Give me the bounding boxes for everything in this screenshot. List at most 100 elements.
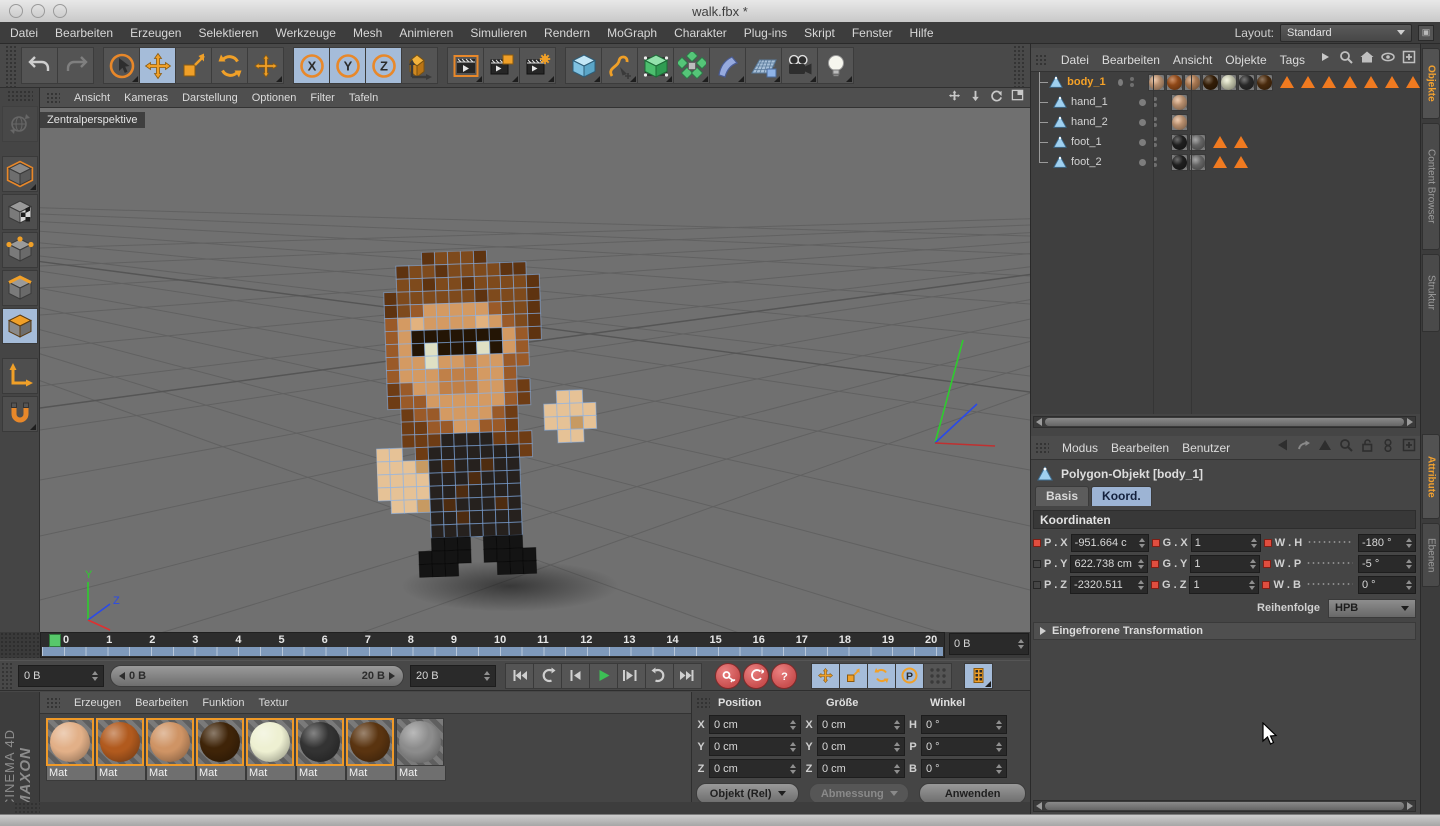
material-4[interactable]: Mat <box>246 718 296 781</box>
move-plus-button[interactable] <box>247 47 284 84</box>
p-1-field[interactable]: 622.738 cm <box>1070 555 1148 573</box>
move-button[interactable] <box>139 47 176 84</box>
menu-item-animieren[interactable]: Animieren <box>399 26 453 40</box>
stepper-icon[interactable] <box>1402 580 1412 590</box>
model-mode-button[interactable] <box>2 156 38 192</box>
material-6[interactable]: Mat <box>346 718 396 781</box>
stepper-icon[interactable] <box>1245 580 1255 590</box>
keyframe-dot[interactable] <box>1264 539 1272 547</box>
size-x-field[interactable]: 0 cm <box>817 715 905 734</box>
menu-item-erzeugen[interactable]: Erzeugen <box>130 26 181 40</box>
attribute-add-box-button[interactable] <box>1402 438 1416 457</box>
keyframe-dot[interactable] <box>1033 581 1041 589</box>
object-row-hand_2[interactable]: hand_2 <box>1031 112 1420 132</box>
skip-start-button[interactable] <box>505 663 534 689</box>
next-frame-button[interactable] <box>617 663 646 689</box>
object-name[interactable]: foot_1 <box>1071 136 1133 148</box>
timeline-frame-16[interactable]: 16 <box>753 634 765 646</box>
keyframe-dot[interactable] <box>1152 539 1160 547</box>
timeline-frame-1[interactable]: 1 <box>106 634 112 646</box>
selection-tag[interactable] <box>1385 76 1399 88</box>
g-0-field[interactable]: 1 <box>1191 534 1261 552</box>
p-0-field[interactable]: -951.664 c <box>1071 534 1149 552</box>
viewport-toggle-view-button[interactable] <box>1011 89 1024 107</box>
angle-b-field[interactable]: 0 ° <box>921 759 1007 778</box>
attribute-tab-basis[interactable]: Basis <box>1035 486 1089 506</box>
record-auto-button[interactable] <box>743 663 769 689</box>
play-button[interactable] <box>589 663 618 689</box>
timeline-frame-10[interactable]: 10 <box>494 634 506 646</box>
menu-item-werkzeuge[interactable]: Werkzeuge <box>275 26 335 40</box>
attribute-up-arrow-button[interactable] <box>1318 438 1332 457</box>
stepper-icon[interactable] <box>992 742 1002 752</box>
rotate-button[interactable] <box>211 47 248 84</box>
object-manager-menu-datei[interactable]: Datei <box>1061 53 1089 67</box>
material-menu-bearbeiten[interactable]: Bearbeiten <box>135 697 188 709</box>
w-0-field[interactable]: -180 ° <box>1358 534 1416 552</box>
coords-grip[interactable] <box>696 697 710 709</box>
loop-forward-button[interactable] <box>645 663 674 689</box>
viewport-grip[interactable] <box>46 92 60 104</box>
keyframe-dot[interactable] <box>1151 560 1159 568</box>
menu-item-fenster[interactable]: Fenster <box>852 26 893 40</box>
timeline-frame-13[interactable]: 13 <box>623 634 635 646</box>
stepper-icon[interactable] <box>88 671 98 681</box>
render-region-button[interactable] <box>483 47 520 84</box>
scale-button[interactable] <box>175 47 212 84</box>
stepper-icon[interactable] <box>992 720 1002 730</box>
stepper-icon[interactable] <box>786 764 796 774</box>
attribute-menu-benutzer[interactable]: Benutzer <box>1182 441 1230 455</box>
selection-tag[interactable] <box>1234 136 1248 148</box>
viewport-menu-ansicht[interactable]: Ansicht <box>74 92 110 104</box>
visibility-dot[interactable] <box>1118 79 1123 86</box>
timeline-playhead[interactable] <box>49 634 61 647</box>
apply-button[interactable]: Anwenden <box>919 783 1026 804</box>
timeline-ruler[interactable]: 01234567891011121314151617181920 <box>40 632 945 658</box>
current-frame-field[interactable]: 0 B <box>18 665 104 687</box>
timeline-range-slider[interactable]: 0 B 20 B <box>110 665 404 687</box>
stepper-icon[interactable] <box>1135 538 1145 548</box>
viewport-menu-darstellung[interactable]: Darstellung <box>182 92 238 104</box>
edge-mode-button[interactable] <box>2 270 38 306</box>
object-manager-menu-ansicht[interactable]: Ansicht <box>1173 53 1212 67</box>
attribute-forward-arrow-button[interactable] <box>1297 438 1311 457</box>
render-settings-button[interactable] <box>519 47 556 84</box>
object-manager-home-button[interactable] <box>1360 50 1374 69</box>
end-frame-field[interactable]: 20 B <box>410 665 496 687</box>
menu-item-charakter[interactable]: Charakter <box>674 26 727 40</box>
timeline-frame-18[interactable]: 18 <box>839 634 851 646</box>
position-x-field[interactable]: 0 cm <box>709 715 801 734</box>
menu-item-hilfe[interactable]: Hilfe <box>910 26 934 40</box>
panel-tab-objekte[interactable]: Objekte <box>1422 48 1440 119</box>
timeline-grip[interactable] <box>0 632 40 658</box>
texture-tag[interactable] <box>1184 74 1201 91</box>
menu-item-plug-ins[interactable]: Plug-ins <box>744 26 787 40</box>
voxel-character[interactable] <box>369 246 614 579</box>
toolbar-grip-right[interactable] <box>1012 44 1026 87</box>
stepper-icon[interactable] <box>1014 639 1024 649</box>
g-1-field[interactable]: 1 <box>1190 555 1260 573</box>
timeline-frame-19[interactable]: 19 <box>882 634 894 646</box>
panel-tab-ebenen[interactable]: Ebenen <box>1422 523 1440 587</box>
texture-tag[interactable] <box>1171 114 1188 131</box>
key-parameter-toggle[interactable]: P <box>895 663 924 689</box>
stepper-icon[interactable] <box>1246 559 1256 569</box>
keyframe-dot[interactable] <box>1151 581 1159 589</box>
stepper-icon[interactable] <box>890 764 900 774</box>
timeline-frame-20[interactable]: 20 <box>925 634 937 646</box>
viewport-pan-button[interactable] <box>948 89 961 107</box>
panel-tab-struktur[interactable]: Struktur <box>1422 254 1440 332</box>
texture-mode-button[interactable] <box>2 194 38 230</box>
texture-tag[interactable] <box>1220 74 1237 91</box>
material-5[interactable]: Mat <box>296 718 346 781</box>
angle-h-field[interactable]: 0 ° <box>921 715 1007 734</box>
texture-tag[interactable] <box>1238 74 1255 91</box>
selection-tag[interactable] <box>1406 76 1420 88</box>
record-help-button[interactable]: ? <box>771 663 797 689</box>
layout-select[interactable]: Standard <box>1280 24 1412 42</box>
stepper-icon[interactable] <box>786 742 796 752</box>
object-manager-menu-bearbeiten[interactable]: Bearbeiten <box>1102 53 1160 67</box>
render-visibility-dots[interactable] <box>1130 77 1134 87</box>
attribute-menu-bearbeiten[interactable]: Bearbeiten <box>1111 441 1169 455</box>
menu-item-simulieren[interactable]: Simulieren <box>470 26 527 40</box>
